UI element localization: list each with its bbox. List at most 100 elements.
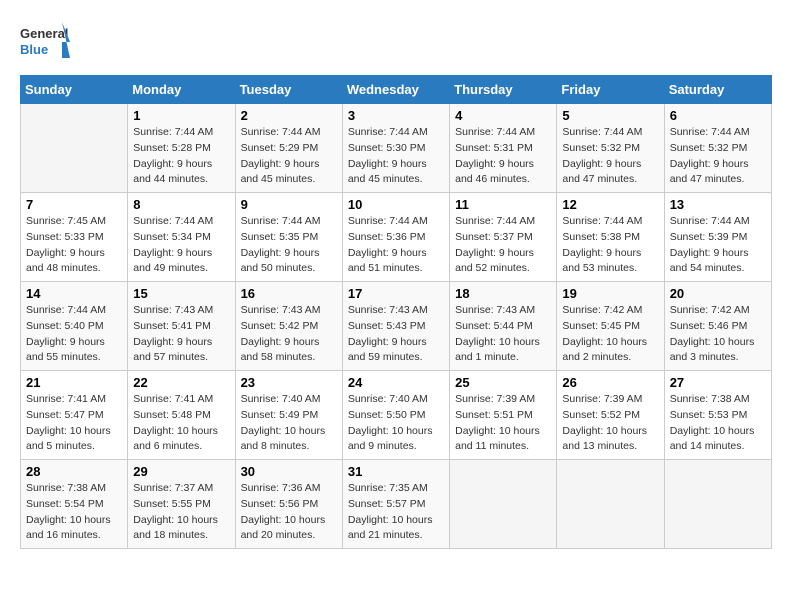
calendar-cell: 27 Sunrise: 7:38 AMSunset: 5:53 PMDayligh… (664, 371, 771, 460)
calendar-cell: 8Sunrise: 7:44 AMSunset: 5:34 PMDaylight… (128, 193, 235, 282)
calendar-cell: 4 Sunrise: 7:44 AMSunset: 5:31 PMDaylight… (450, 104, 557, 193)
calendar-cell: 15 Sunrise: 7:43 AMSunset: 5:41 PMDayligh… (128, 282, 235, 371)
day-info: Sunrise: 7:43 AMSunset: 5:41 PMDaylight:… (133, 303, 229, 366)
day-info: Sunrise: 7:44 AMSunset: 5:35 PMDaylight:… (241, 214, 337, 277)
day-number: 30 (241, 464, 337, 479)
calendar-cell: 30Sunrise: 7:36 AMSunset: 5:56 PMDayligh… (235, 460, 342, 549)
calendar-cell: 2 Sunrise: 7:44 AMSunset: 5:29 PMDaylight… (235, 104, 342, 193)
day-number: 13 (670, 197, 766, 212)
day-number: 15 (133, 286, 229, 301)
week-row-2: 7 Sunrise: 7:45 AMSunset: 5:33 PMDaylight… (21, 193, 772, 282)
col-header-sunday: Sunday (21, 76, 128, 104)
calendar-cell: 12 Sunrise: 7:44 AMSunset: 5:38 PMDayligh… (557, 193, 664, 282)
col-header-friday: Friday (557, 76, 664, 104)
calendar-cell: 3Sunrise: 7:44 AMSunset: 5:30 PMDaylight… (342, 104, 449, 193)
calendar-cell: 14Sunrise: 7:44 AMSunset: 5:40 PMDayligh… (21, 282, 128, 371)
week-row-3: 14Sunrise: 7:44 AMSunset: 5:40 PMDayligh… (21, 282, 772, 371)
calendar-cell: 31 Sunrise: 7:35 AMSunset: 5:57 PMDayligh… (342, 460, 449, 549)
day-info: Sunrise: 7:39 AMSunset: 5:51 PMDaylight:… (455, 392, 551, 455)
day-number: 6 (670, 108, 766, 123)
calendar-cell: 1Sunrise: 7:44 AMSunset: 5:28 PMDaylight… (128, 104, 235, 193)
day-info: Sunrise: 7:41 AMSunset: 5:47 PMDaylight:… (26, 392, 122, 455)
day-info: Sunrise: 7:44 AMSunset: 5:32 PMDaylight:… (670, 125, 766, 188)
day-number: 20 (670, 286, 766, 301)
day-number: 31 (348, 464, 444, 479)
calendar-cell (664, 460, 771, 549)
day-info: Sunrise: 7:42 AMSunset: 5:46 PMDaylight:… (670, 303, 766, 366)
calendar-cell: 20 Sunrise: 7:42 AMSunset: 5:46 PMDayligh… (664, 282, 771, 371)
day-number: 23 (241, 375, 337, 390)
day-number: 10 (348, 197, 444, 212)
day-info: Sunrise: 7:44 AMSunset: 5:30 PMDaylight:… (348, 125, 444, 188)
week-row-5: 28Sunrise: 7:38 AMSunset: 5:54 PMDayligh… (21, 460, 772, 549)
day-number: 11 (455, 197, 551, 212)
day-info: Sunrise: 7:42 AMSunset: 5:45 PMDaylight:… (562, 303, 658, 366)
day-number: 5 (562, 108, 658, 123)
calendar-cell (450, 460, 557, 549)
calendar-cell: 26Sunrise: 7:39 AMSunset: 5:52 PMDayligh… (557, 371, 664, 460)
week-row-1: 1Sunrise: 7:44 AMSunset: 5:28 PMDaylight… (21, 104, 772, 193)
day-info: Sunrise: 7:43 AMSunset: 5:44 PMDaylight:… (455, 303, 551, 366)
calendar-cell: 23 Sunrise: 7:40 AMSunset: 5:49 PMDayligh… (235, 371, 342, 460)
calendar-cell: 28Sunrise: 7:38 AMSunset: 5:54 PMDayligh… (21, 460, 128, 549)
calendar-cell: 16 Sunrise: 7:43 AMSunset: 5:42 PMDayligh… (235, 282, 342, 371)
day-info: Sunrise: 7:40 AMSunset: 5:49 PMDaylight:… (241, 392, 337, 455)
day-info: Sunrise: 7:43 AMSunset: 5:42 PMDaylight:… (241, 303, 337, 366)
calendar-cell: 29 Sunrise: 7:37 AMSunset: 5:55 PMDayligh… (128, 460, 235, 549)
logo: General Blue (20, 20, 70, 65)
day-info: Sunrise: 7:44 AMSunset: 5:31 PMDaylight:… (455, 125, 551, 188)
day-number: 27 (670, 375, 766, 390)
page-header: General Blue (20, 20, 772, 65)
day-info: Sunrise: 7:44 AMSunset: 5:39 PMDaylight:… (670, 214, 766, 277)
calendar-cell: 7 Sunrise: 7:45 AMSunset: 5:33 PMDaylight… (21, 193, 128, 282)
day-number: 25 (455, 375, 551, 390)
day-number: 18 (455, 286, 551, 301)
day-number: 17 (348, 286, 444, 301)
calendar-cell: 22 Sunrise: 7:41 AMSunset: 5:48 PMDayligh… (128, 371, 235, 460)
day-number: 21 (26, 375, 122, 390)
calendar-table: SundayMondayTuesdayWednesdayThursdayFrid… (20, 75, 772, 549)
day-info: Sunrise: 7:44 AMSunset: 5:29 PMDaylight:… (241, 125, 337, 188)
calendar-cell: 18 Sunrise: 7:43 AMSunset: 5:44 PMDayligh… (450, 282, 557, 371)
day-number: 16 (241, 286, 337, 301)
day-info: Sunrise: 7:38 AMSunset: 5:53 PMDaylight:… (670, 392, 766, 455)
day-info: Sunrise: 7:44 AMSunset: 5:32 PMDaylight:… (562, 125, 658, 188)
day-info: Sunrise: 7:40 AMSunset: 5:50 PMDaylight:… (348, 392, 444, 455)
day-number: 7 (26, 197, 122, 212)
day-info: Sunrise: 7:41 AMSunset: 5:48 PMDaylight:… (133, 392, 229, 455)
col-header-tuesday: Tuesday (235, 76, 342, 104)
col-header-thursday: Thursday (450, 76, 557, 104)
col-header-wednesday: Wednesday (342, 76, 449, 104)
day-info: Sunrise: 7:44 AMSunset: 5:34 PMDaylight:… (133, 214, 229, 277)
calendar-cell: 24Sunrise: 7:40 AMSunset: 5:50 PMDayligh… (342, 371, 449, 460)
week-row-4: 21 Sunrise: 7:41 AMSunset: 5:47 PMDayligh… (21, 371, 772, 460)
col-header-monday: Monday (128, 76, 235, 104)
svg-text:Blue: Blue (20, 42, 48, 57)
col-header-saturday: Saturday (664, 76, 771, 104)
day-number: 12 (562, 197, 658, 212)
calendar-cell: 6 Sunrise: 7:44 AMSunset: 5:32 PMDaylight… (664, 104, 771, 193)
day-number: 28 (26, 464, 122, 479)
day-info: Sunrise: 7:35 AMSunset: 5:57 PMDaylight:… (348, 481, 444, 544)
calendar-cell: 21 Sunrise: 7:41 AMSunset: 5:47 PMDayligh… (21, 371, 128, 460)
calendar-cell: 25 Sunrise: 7:39 AMSunset: 5:51 PMDayligh… (450, 371, 557, 460)
day-number: 22 (133, 375, 229, 390)
calendar-cell (21, 104, 128, 193)
header-row: SundayMondayTuesdayWednesdayThursdayFrid… (21, 76, 772, 104)
day-info: Sunrise: 7:44 AMSunset: 5:36 PMDaylight:… (348, 214, 444, 277)
svg-text:General: General (20, 26, 68, 41)
logo-svg: General Blue (20, 20, 70, 65)
calendar-cell: 10 Sunrise: 7:44 AMSunset: 5:36 PMDayligh… (342, 193, 449, 282)
calendar-cell: 9Sunrise: 7:44 AMSunset: 5:35 PMDaylight… (235, 193, 342, 282)
calendar-cell: 19Sunrise: 7:42 AMSunset: 5:45 PMDayligh… (557, 282, 664, 371)
day-number: 29 (133, 464, 229, 479)
day-number: 4 (455, 108, 551, 123)
calendar-cell (557, 460, 664, 549)
calendar-cell: 11Sunrise: 7:44 AMSunset: 5:37 PMDayligh… (450, 193, 557, 282)
day-number: 2 (241, 108, 337, 123)
day-info: Sunrise: 7:37 AMSunset: 5:55 PMDaylight:… (133, 481, 229, 544)
calendar-cell: 17 Sunrise: 7:43 AMSunset: 5:43 PMDayligh… (342, 282, 449, 371)
day-info: Sunrise: 7:43 AMSunset: 5:43 PMDaylight:… (348, 303, 444, 366)
day-info: Sunrise: 7:45 AMSunset: 5:33 PMDaylight:… (26, 214, 122, 277)
day-info: Sunrise: 7:44 AMSunset: 5:38 PMDaylight:… (562, 214, 658, 277)
